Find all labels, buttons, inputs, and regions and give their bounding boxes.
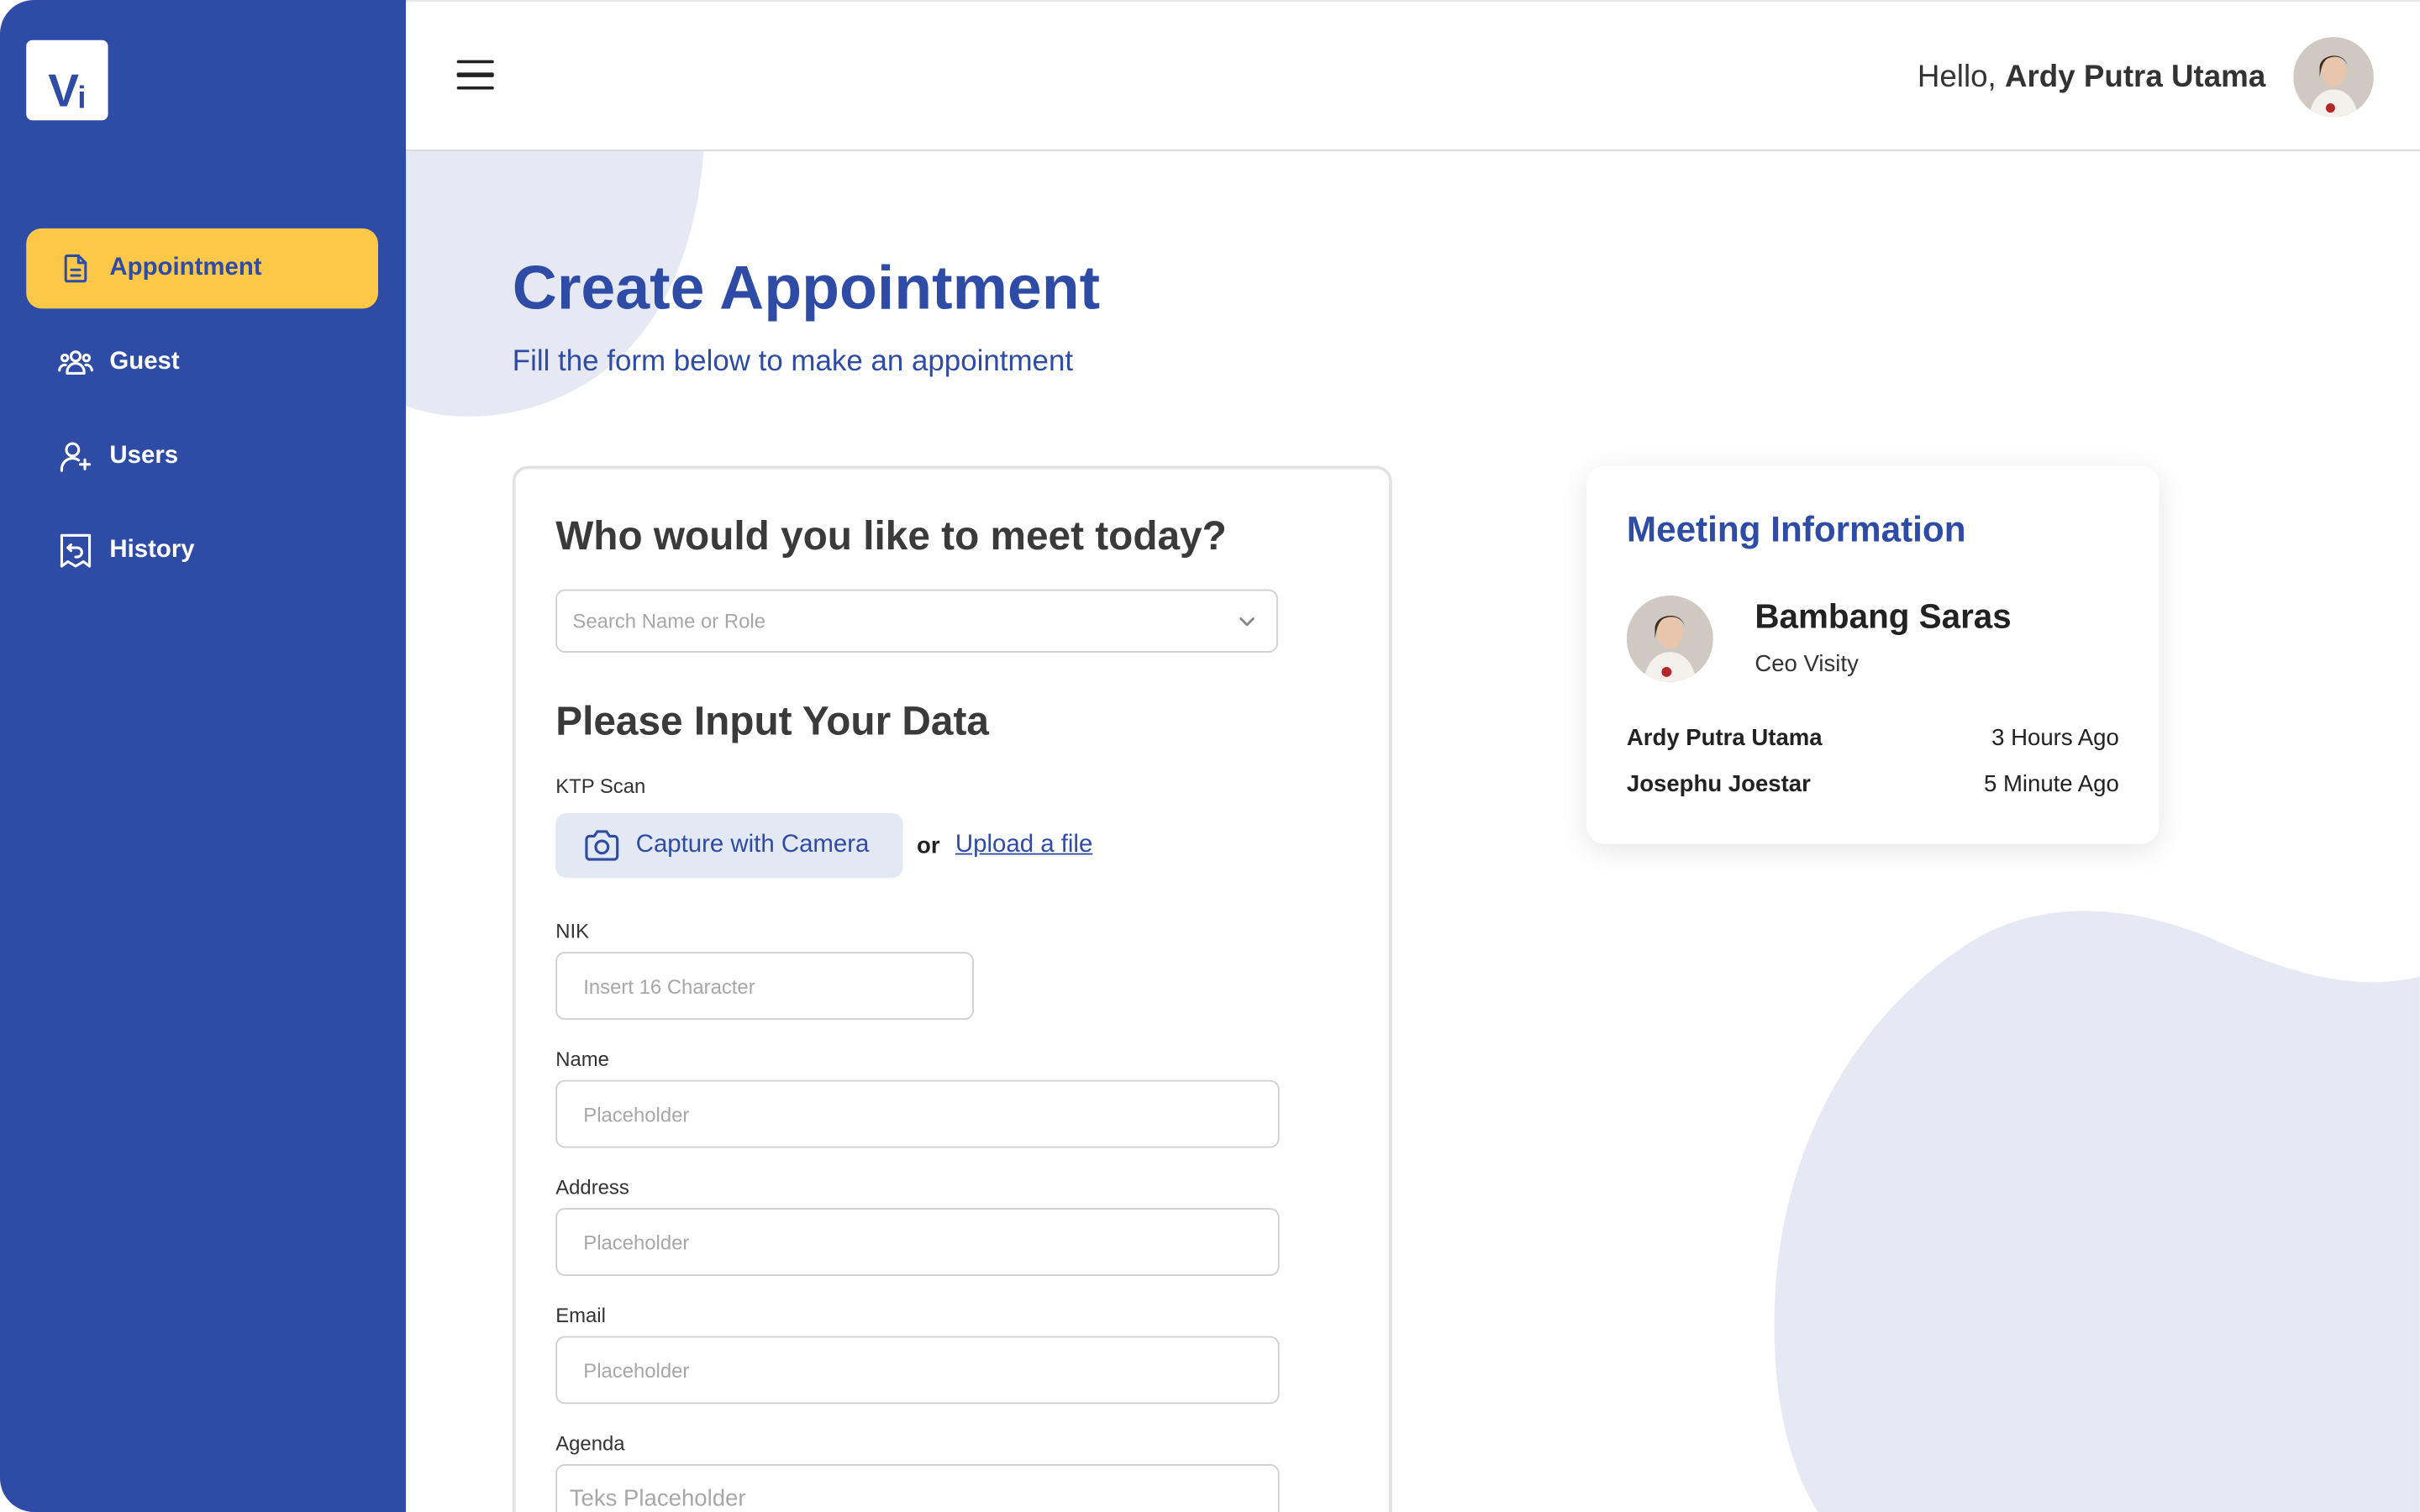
capture-camera-button[interactable]: Capture with Camera <box>555 812 903 879</box>
sidebar-item-label: History <box>109 537 195 564</box>
appointment-form-card: Who would you like to meet today? Search… <box>512 465 1392 1512</box>
sidebar: Vi Appointment Guest Users History <box>0 0 407 1512</box>
agenda-label: Agenda <box>555 1431 625 1456</box>
email-label: Email <box>555 1304 606 1327</box>
name-label: Name <box>555 1047 609 1071</box>
camera-button-label: Capture with Camera <box>635 831 870 858</box>
user-avatar[interactable] <box>2293 37 2374 118</box>
meet-heading: Who would you like to meet today? <box>555 512 1227 559</box>
meeting-log-row: Josephu Joestar 5 Minute Ago <box>1627 771 2119 797</box>
app-root: Vi Appointment Guest Users History Hello… <box>0 0 2420 1512</box>
hamburger-menu-icon[interactable] <box>456 60 494 94</box>
log-time: 3 Hours Ago <box>1991 725 2119 752</box>
sidebar-item-label: Appointment <box>109 255 262 281</box>
meeting-info-card: Meeting Information Bambang Saras Ceo Vi… <box>1586 465 2160 844</box>
host-role: Ceo Visity <box>1754 651 1859 678</box>
chevron-down-icon <box>1236 611 1258 637</box>
sidebar-item-users[interactable]: Users <box>26 417 378 497</box>
address-input[interactable] <box>555 1208 1280 1276</box>
meeting-info-title: Meeting Information <box>1626 509 1966 549</box>
host-avatar <box>1626 595 1713 682</box>
host-search-select[interactable]: Search Name or Role <box>555 589 1278 653</box>
background-blob-bottom <box>1774 911 2420 1512</box>
upload-file-link[interactable]: Upload a file <box>955 832 1092 859</box>
search-placeholder: Search Name or Role <box>572 609 766 633</box>
greeting-user-name: Ardy Putra Utama <box>2004 60 2266 95</box>
camera-icon <box>583 828 620 862</box>
or-separator: or <box>916 832 940 860</box>
log-visitor-name: Ardy Putra Utama <box>1626 725 1823 752</box>
app-logo[interactable]: Vi <box>26 39 108 121</box>
top-header: Hello, Ardy Putra Utama <box>406 0 2420 151</box>
logo-letter-v: V <box>48 66 79 118</box>
host-name: Bambang Saras <box>1754 596 2012 636</box>
user-greeting: Hello, Ardy Putra Utama <box>1918 60 2265 96</box>
page-title: Create Appointment <box>512 255 1101 323</box>
user-add-icon <box>57 438 94 475</box>
document-icon <box>57 250 94 287</box>
logo-letter-i: i <box>77 81 87 116</box>
ktp-label: KTP Scan <box>555 774 646 798</box>
users-group-icon <box>57 344 94 381</box>
sidebar-item-history[interactable]: History <box>26 511 378 591</box>
log-visitor-name: Josephu Joestar <box>1626 771 1811 798</box>
meeting-log-row: Ardy Putra Utama 3 Hours Ago <box>1627 725 2119 751</box>
nik-label: NIK <box>555 919 590 943</box>
sidebar-item-guest[interactable]: Guest <box>26 323 378 403</box>
nik-input[interactable] <box>555 952 974 1021</box>
agenda-input[interactable] <box>555 1464 1280 1512</box>
sidebar-item-label: Guest <box>109 349 180 375</box>
page-subtitle: Fill the form below to make an appointme… <box>512 345 1074 378</box>
email-input[interactable] <box>555 1336 1280 1404</box>
sidebar-item-appointment[interactable]: Appointment <box>26 228 378 309</box>
address-label: Address <box>555 1175 629 1200</box>
name-input[interactable] <box>555 1079 1280 1148</box>
sidebar-item-label: Users <box>109 443 179 470</box>
history-icon <box>57 533 94 570</box>
log-time: 5 Minute Ago <box>1983 771 2119 798</box>
data-heading: Please Input Your Data <box>555 697 989 744</box>
greeting-prefix: Hello, <box>1917 60 1996 95</box>
